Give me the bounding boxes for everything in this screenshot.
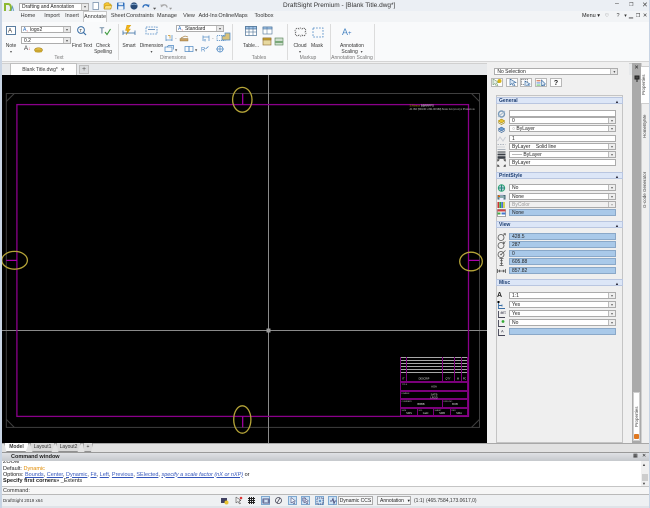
svg-text:SMA: SMA [456,411,462,415]
svg-text:PC: PC [463,378,467,381]
svg-text:-: - [212,36,214,42]
svg-text:SMS: SMS [406,411,412,415]
svg-text:123: 123 [501,310,506,314]
svg-text:A: A [501,328,504,333]
svg-text:LROD: LROD [430,395,438,399]
svg-text:T: T [100,27,105,36]
svg-text:TITLE: TITLE [402,384,408,386]
svg-text:R: R [201,48,206,54]
svg-text:T: T [79,28,82,33]
svg-text:DRAWN: DRAWN [402,392,410,395]
svg-text:AGA: AGA [431,385,437,389]
svg-text:S:Mxxxx BBRRFFS: S:Mxxxx BBRRFFS [410,103,435,107]
svg-text:M: M [457,378,459,381]
svg-text:QTY: QTY [446,378,451,381]
svg-text:BBBB: BBBB [417,402,424,406]
svg-text:-: - [175,36,177,42]
svg-text:A1 ISO (594.00 x 841.00 MM) Sx: A1 ISO (594.00 x 841.00 MM) Sxxxx 1xx (x… [410,108,476,111]
svg-text:SMB: SMB [439,411,445,415]
svg-text:A: A [8,29,12,35]
svg-text:▾: ▾ [195,48,198,53]
svg-text:R: R [204,38,207,42]
svg-text:DESCRIP: DESCRIP [419,378,430,381]
svg-text:BOB: BOB [452,402,458,406]
svg-text:COMPANY: COMPANY [402,400,413,403]
svg-text:GaN: GaN [423,411,429,415]
svg-text:IT: IT [402,378,405,381]
svg-text:▾: ▾ [175,48,178,53]
